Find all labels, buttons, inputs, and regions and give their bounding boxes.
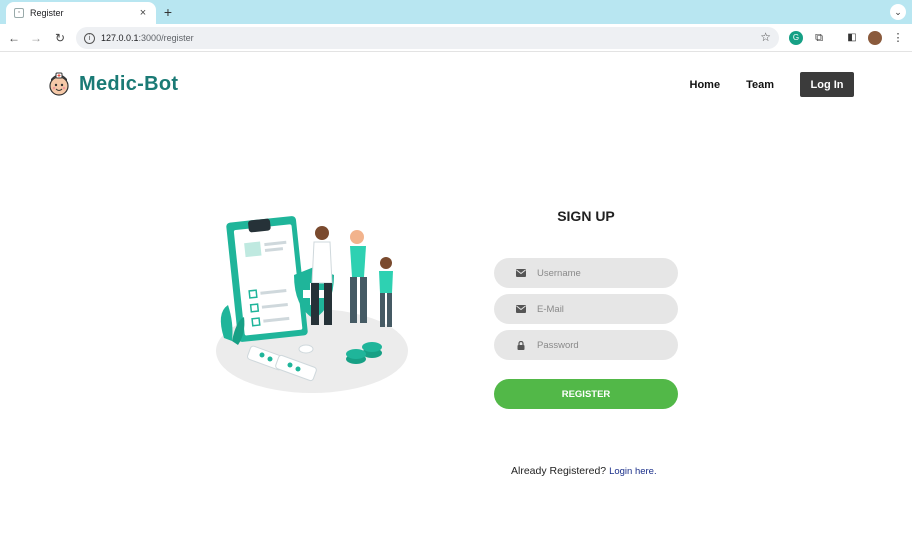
brand[interactable]: Medic-Bot [47,71,178,97]
site-info-icon[interactable]: i [84,32,95,44]
password-field[interactable] [494,330,678,360]
nav-team-link[interactable]: Team [746,79,774,91]
tab-title: Register [30,8,64,18]
email-field[interactable] [494,294,678,324]
new-tab-button[interactable]: + [160,4,176,20]
login-here-link[interactable]: Login here. [609,466,657,477]
nav-home-link[interactable]: Home [690,79,721,91]
menu-icon[interactable]: ⋮ [891,31,905,45]
browser-tab[interactable]: ▫ Register × [6,2,156,24]
browser-toolbar: ← → ↻ i 127.0.0.1:3000/register ☆ G ⧉ ◧ … [0,24,912,52]
login-button[interactable]: Log In [800,72,854,97]
address-bar[interactable]: i 127.0.0.1:3000/register ☆ [76,27,779,49]
already-registered-text: Already Registered? Login here. [511,465,657,477]
register-button[interactable]: REGISTER [494,379,678,409]
tab-search-icon[interactable]: ⌄ [890,4,906,20]
bookmark-star-icon[interactable]: ☆ [760,30,771,44]
username-input[interactable] [537,267,667,279]
password-input[interactable] [537,339,667,351]
email-input[interactable] [537,303,667,315]
sidepanel-icon[interactable]: ◧ [845,31,859,45]
lock-icon [516,340,526,350]
profile-avatar[interactable] [868,31,882,45]
page-content: Medic-Bot Home Team Log In SIGN UP Usern… [0,53,912,546]
reload-icon[interactable]: ↻ [51,29,69,47]
forward-icon[interactable]: → [27,29,45,47]
brand-name: Medic-Bot [79,72,179,95]
signup-title: SIGN UP [557,208,615,224]
envelope-icon [516,304,526,314]
grammarly-icon[interactable]: G [789,31,803,45]
main-nav: Home Team Log In [690,72,854,97]
healthcare-illustration [216,216,408,393]
already-registered-label: Already Registered? [511,465,607,477]
browser-tabstrip: ▫ Register × + ⌄ [0,0,912,24]
medic-bot-logo-icon [49,72,69,96]
tab-close-icon[interactable]: × [136,7,150,19]
username-field[interactable] [494,258,678,288]
back-icon[interactable]: ← [5,29,23,47]
page-favicon-icon: ▫ [14,8,24,18]
envelope-icon [516,268,526,278]
extensions-icon[interactable]: ⧉ [812,31,826,45]
url-text: 127.0.0.1:3000/register [101,33,194,43]
